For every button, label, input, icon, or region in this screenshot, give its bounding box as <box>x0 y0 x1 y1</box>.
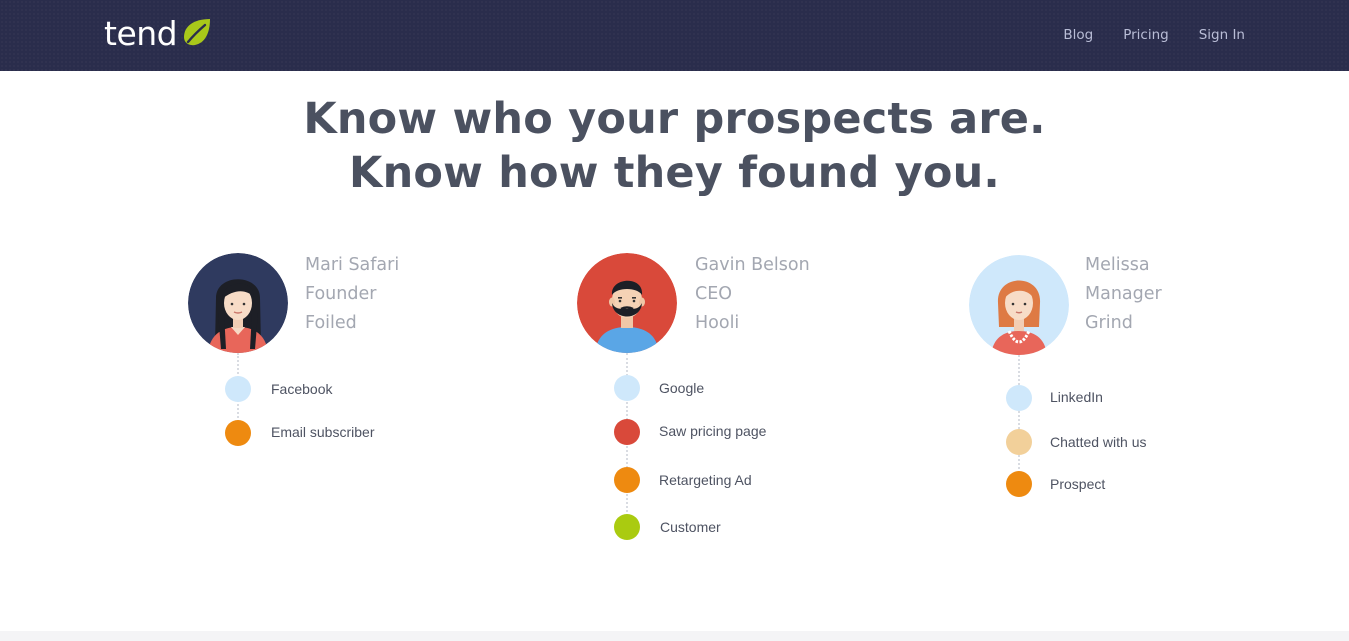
hero-line-2: Know how they found you. <box>349 148 1000 198</box>
person-info-melissa: Melissa Manager Grind <box>1085 251 1162 338</box>
landing-page: tend Blog Pricing Sign In Know who your … <box>0 0 1349 641</box>
event-label: Google <box>659 380 705 396</box>
person-name: Melissa <box>1085 255 1150 275</box>
timeline-connector <box>1018 355 1020 485</box>
event-label: Customer <box>660 519 721 535</box>
person-info-mari-safari: Mari Safari Founder Foiled <box>305 251 399 338</box>
top-navigation-bar: tend Blog Pricing Sign In <box>0 0 1349 71</box>
event-label: Saw pricing page <box>659 423 767 439</box>
event-label: LinkedIn <box>1050 389 1103 405</box>
woman-avatar-illustration <box>188 253 288 353</box>
event-dot <box>614 419 640 445</box>
event-dot <box>225 420 251 446</box>
person-info-gavin-belson: Gavin Belson CEO Hooli <box>695 251 810 338</box>
logo-wordmark: tend <box>104 14 178 53</box>
nav-blog-link[interactable]: Blog <box>1063 25 1093 45</box>
nav-pricing-link[interactable]: Pricing <box>1123 25 1169 45</box>
event-dot <box>614 514 640 540</box>
event-label: Email subscriber <box>271 424 375 440</box>
event-dot <box>614 375 640 401</box>
event-label: Facebook <box>271 381 333 397</box>
person-name: Gavin Belson <box>695 255 810 275</box>
hero-headline: Know who your prospects are. Know how th… <box>0 92 1349 200</box>
person-company: Hooli <box>695 313 740 333</box>
person-company: Grind <box>1085 313 1133 333</box>
person-name: Mari Safari <box>305 255 400 275</box>
person-title: Founder <box>305 284 377 304</box>
main-nav: Blog Pricing Sign In <box>1033 25 1245 45</box>
event-dot <box>614 467 640 493</box>
event-label: Retargeting Ad <box>659 472 752 488</box>
event-dot <box>1006 429 1032 455</box>
leaf-icon <box>184 19 211 46</box>
footer-strip <box>0 631 1349 641</box>
avatar-mari-safari <box>188 253 288 353</box>
hero-line-1: Know who your prospects are. <box>303 94 1046 144</box>
avatar-melissa <box>969 255 1069 355</box>
event-label: Prospect <box>1050 476 1106 492</box>
event-dot <box>1006 385 1032 411</box>
person-title: CEO <box>695 284 733 304</box>
avatar-gavin-belson <box>577 253 677 353</box>
event-dot <box>225 376 251 402</box>
man-avatar-illustration <box>577 253 677 353</box>
person-title: Manager <box>1085 284 1162 304</box>
woman-avatar-illustration <box>969 255 1069 355</box>
person-company: Foiled <box>305 313 357 333</box>
tend-logo[interactable]: tend <box>104 14 213 54</box>
nav-sign-in-link[interactable]: Sign In <box>1199 25 1245 45</box>
event-label: Chatted with us <box>1050 434 1147 450</box>
event-dot <box>1006 471 1032 497</box>
